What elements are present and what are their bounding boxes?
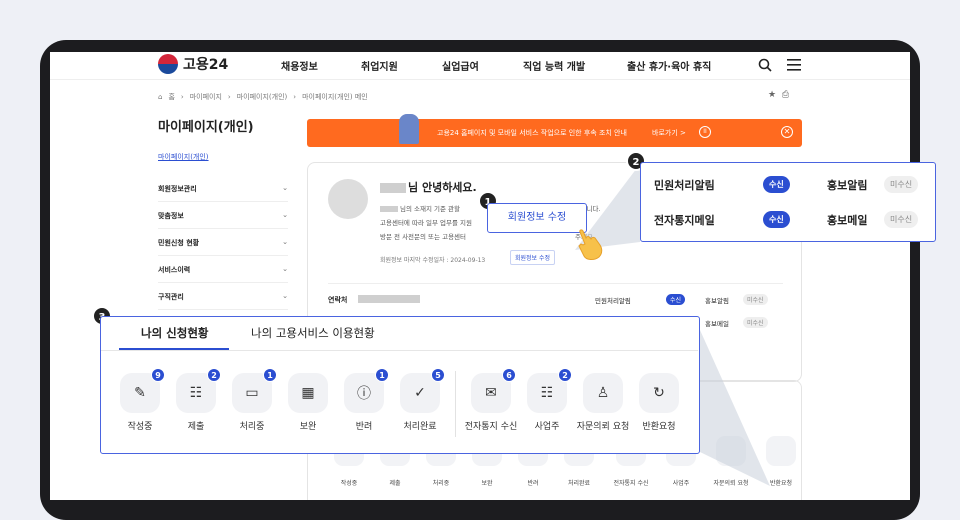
status-badge: 미수신 — [884, 176, 919, 193]
tab-my-employment-services[interactable]: 나의 고용서비스 이용현황 — [251, 325, 375, 341]
active-tab-indicator — [119, 348, 229, 350]
pointing-hand-icon — [578, 229, 603, 260]
inbox-icon[interactable]: ✉ 6 — [471, 368, 516, 413]
icon-glyph: ✎ — [134, 385, 146, 401]
status-badge: 수신 — [763, 211, 790, 228]
status-item-label[interactable]: 반환요청 — [629, 421, 689, 433]
status-item-label[interactable]: 사업주 — [517, 421, 577, 433]
status-item-label[interactable]: 자문의뢰 요청 — [573, 421, 633, 433]
label-petition-notify: 민원처리알림 — [654, 179, 715, 192]
count-badge: 5 — [431, 368, 445, 382]
person-edit-icon[interactable]: ♙ — [583, 373, 623, 413]
status-item-label[interactable]: 제출 — [166, 421, 226, 433]
icon-glyph: ♙ — [596, 385, 610, 401]
tab-my-applications[interactable]: 나의 신청현황 — [141, 325, 208, 341]
status-item-label[interactable]: 반려 — [334, 421, 394, 433]
check-icon[interactable]: ✓ 5 — [400, 368, 445, 413]
icon-glyph: ↻ — [653, 385, 665, 401]
status-badge: 미수신 — [884, 211, 919, 228]
icon-glyph: ✉ — [485, 385, 497, 401]
icon-glyph: ☷ — [189, 385, 203, 401]
status-badge: 수신 — [763, 176, 790, 193]
status-item-label[interactable]: 처리중 — [222, 421, 282, 433]
tabs-border — [101, 350, 698, 351]
callout-notification-settings: 민원처리알림 수신 홍보알림 미수신 전자통지메일 수신 홍보메일 미수신 — [640, 162, 936, 242]
count-badge: 2 — [207, 368, 221, 382]
icon-glyph: ▭ — [245, 385, 259, 401]
status-item-label[interactable]: 전자통지 수신 — [461, 421, 521, 433]
count-badge: 1 — [375, 368, 389, 382]
icon-glyph: ⓘ — [357, 386, 371, 402]
divider — [455, 371, 456, 437]
count-badge: 2 — [558, 368, 572, 382]
status-item-label[interactable]: 보완 — [278, 421, 338, 433]
label-promo-notify: 홍보알림 — [827, 179, 868, 192]
alert-icon[interactable]: ⓘ 1 — [344, 368, 389, 413]
label-promo-mail: 홍보메일 — [827, 214, 868, 227]
pencil-icon[interactable]: ✎ 9 — [120, 368, 165, 413]
briefcase-icon[interactable]: ☷ 2 — [527, 368, 572, 413]
grid-icon[interactable]: ▦ — [288, 373, 328, 413]
icon-glyph: ☷ — [540, 385, 554, 401]
return-icon[interactable]: ↻ — [639, 373, 679, 413]
document-icon[interactable]: ☷ 2 — [176, 368, 221, 413]
chat-icon[interactable]: ▭ 1 — [232, 368, 277, 413]
icon-glyph: ▦ — [301, 385, 315, 401]
icon-glyph: ✓ — [414, 385, 426, 401]
label-e-notify-mail: 전자통지메일 — [654, 214, 715, 227]
status-item-label[interactable]: 작성중 — [110, 421, 170, 433]
count-badge: 9 — [151, 368, 165, 382]
callout-application-status: 나의 신청현황 나의 고용서비스 이용현황 ✎ 9 작성중 ☷ 2 제출 ▭ 1 처리중 ▦ 보완 ⓘ… — [100, 316, 700, 454]
count-badge: 6 — [502, 368, 516, 382]
count-badge: 1 — [263, 368, 277, 382]
status-item-label[interactable]: 처리완료 — [390, 421, 450, 433]
